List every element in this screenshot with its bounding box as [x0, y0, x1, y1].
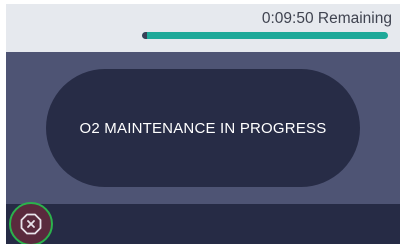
- status-message: O2 MAINTENANCE IN PROGRESS: [79, 119, 327, 137]
- time-remaining-label: 0:09:50 Remaining: [261, 10, 392, 27]
- footer-bar: [6, 204, 400, 244]
- status-banner: O2 MAINTENANCE IN PROGRESS: [46, 69, 360, 187]
- progress-bar: [142, 32, 388, 39]
- cancel-button[interactable]: [9, 202, 53, 244]
- cancel-octagon-icon: [20, 213, 42, 235]
- header-bar: 0:09:50 Remaining: [6, 4, 400, 52]
- maintenance-screen: 0:09:50 Remaining O2 MAINTENANCE IN PROG…: [6, 4, 400, 244]
- progress-elapsed-segment: [142, 32, 147, 39]
